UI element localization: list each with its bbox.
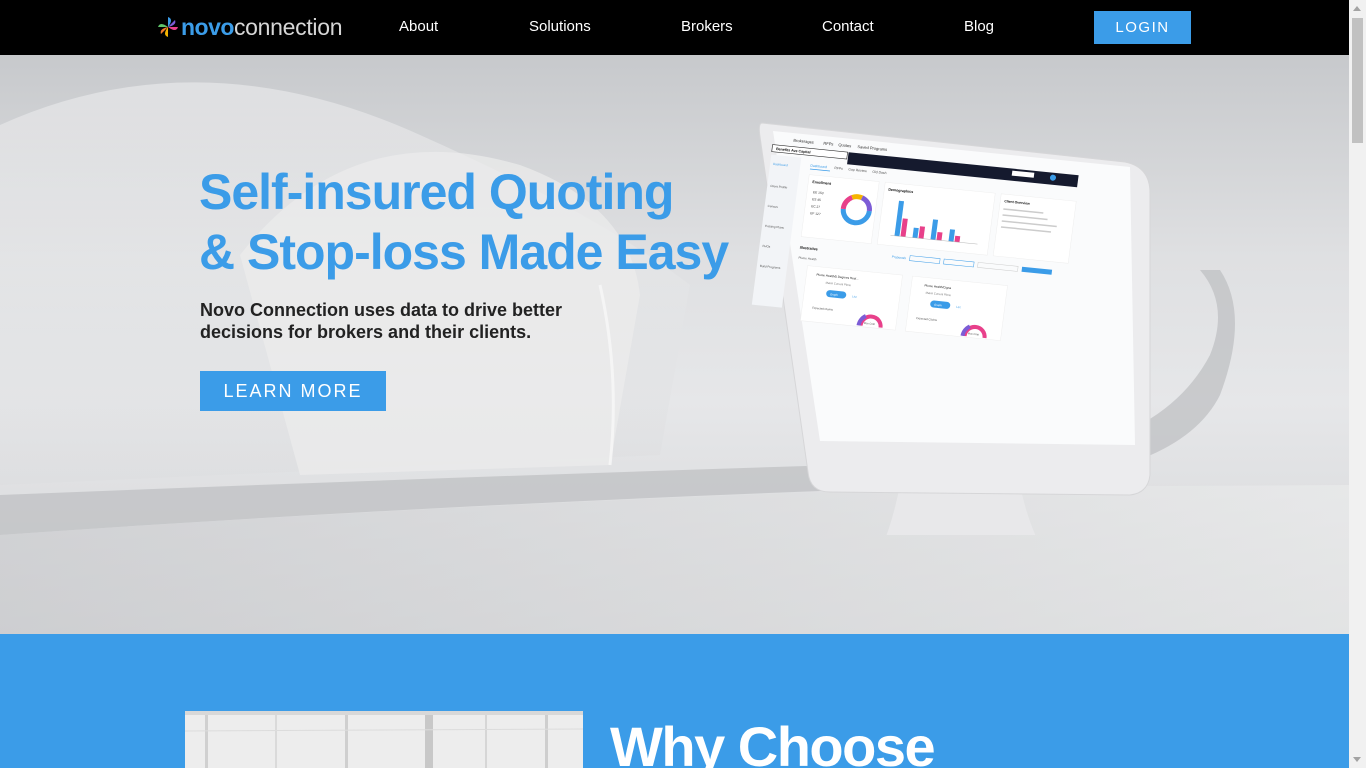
hero-section: Self-insured Quoting & Stop-loss Made Ea…: [0, 55, 1349, 634]
why-choose-section: Why Choose: [0, 634, 1349, 768]
nav-link-about[interactable]: About: [399, 18, 438, 35]
top-navbar: novo connection About Solutions Brokers …: [0, 0, 1349, 55]
hero-subtitle: Novo Connection uses data to drive bette…: [200, 300, 563, 342]
office-photo: [185, 711, 583, 768]
hero-title: Self-insured Quoting & Stop-loss Made Ea…: [199, 162, 729, 282]
site-logo[interactable]: novo connection: [157, 13, 343, 41]
learn-more-button[interactable]: LEARN MORE: [200, 371, 386, 411]
scroll-down-arrow-icon[interactable]: [1353, 757, 1361, 762]
logo-text-light: connection: [233, 13, 343, 40]
nav-link-blog[interactable]: Blog: [964, 18, 994, 35]
screen-card2-graph: Graph: [934, 303, 943, 308]
screen-card1-list: List: [852, 294, 857, 298]
page-scrollbar[interactable]: [1349, 0, 1366, 768]
screen-sidebar-fhos: FHOs: [762, 244, 771, 249]
login-button[interactable]: LOGIN: [1094, 11, 1191, 44]
nav-link-solutions[interactable]: Solutions: [529, 18, 591, 35]
pinwheel-logo-icon: [158, 17, 178, 37]
screen-tab-rfps: RFPs: [823, 141, 834, 147]
screen-card2-list: List: [956, 305, 961, 309]
nav-link-contact[interactable]: Contact: [822, 18, 874, 35]
screen-card1-graph: Graph: [830, 292, 839, 297]
scrollbar-thumb[interactable]: [1352, 18, 1363, 143]
dashboard-monitor-image: Brokerages RFPs Quotes Saved Programs Be…: [751, 122, 1151, 535]
hero-title-line-2: & Stop-loss Made Easy: [199, 224, 729, 280]
logo-text-bold: novo: [181, 13, 234, 40]
why-choose-heading: Why Choose: [610, 715, 936, 768]
nav-link-brokers[interactable]: Brokers: [681, 18, 733, 35]
hero-title-line-1: Self-insured Quoting: [199, 164, 674, 220]
scroll-up-arrow-icon[interactable]: [1353, 6, 1361, 11]
